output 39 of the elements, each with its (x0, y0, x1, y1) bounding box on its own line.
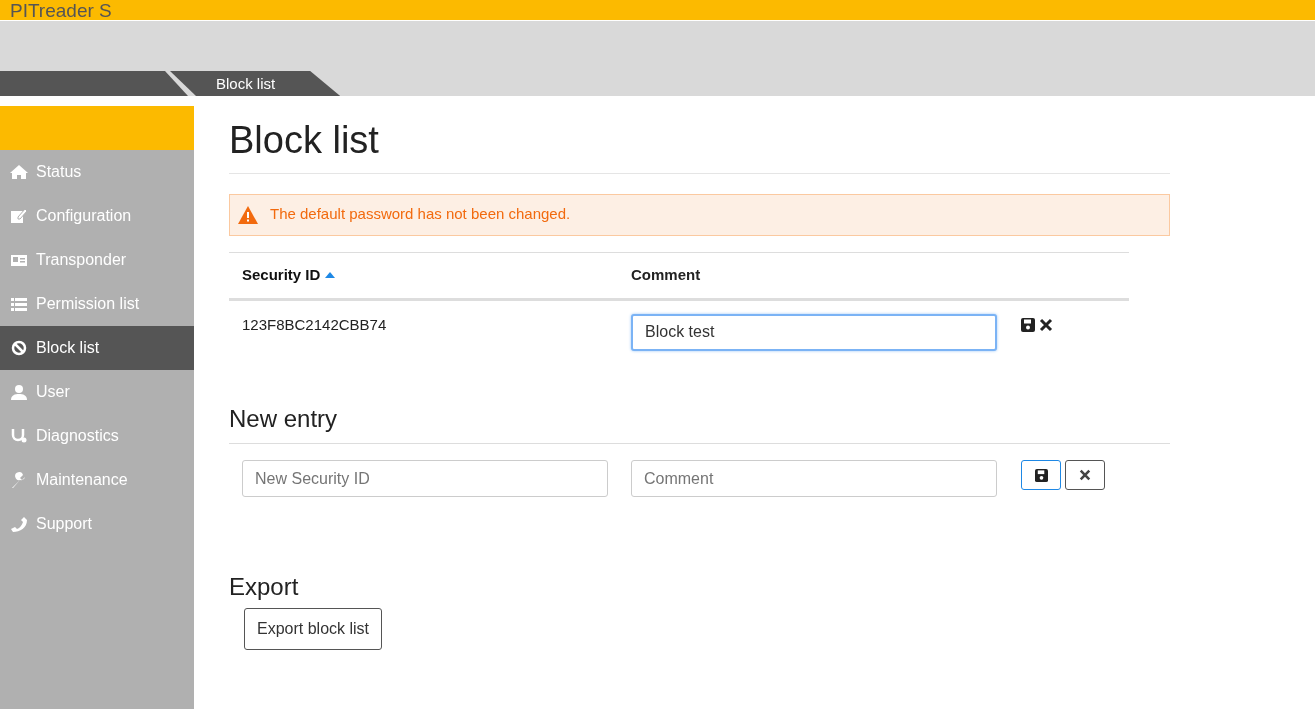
sidebar-item[interactable]: Status (0, 150, 194, 194)
comment-input[interactable]: Comment (631, 460, 997, 498)
warning-icon (238, 205, 258, 224)
sidebar-item[interactable]: Diagnostics (0, 414, 194, 458)
sidebar-item[interactable]: Block list (0, 326, 194, 370)
app-title: PITreader S (10, 0, 112, 21)
user-icon (10, 384, 28, 400)
home-icon (10, 164, 28, 180)
edit-icon (10, 208, 28, 224)
sidebar-item[interactable]: User (0, 370, 194, 414)
save-button[interactable] (1021, 460, 1061, 491)
id-card-icon (10, 252, 28, 268)
save-icon[interactable] (1021, 317, 1035, 332)
save-icon (1034, 468, 1048, 482)
breadcrumb-home[interactable] (0, 71, 188, 96)
cancel-button[interactable] (1065, 460, 1105, 491)
export-button[interactable]: Export block list (244, 608, 383, 651)
sidebar-item[interactable]: Support (0, 502, 194, 546)
close-icon[interactable] (1039, 317, 1053, 332)
list-icon (10, 296, 28, 312)
prohibited-icon (10, 340, 28, 356)
sidebar-item[interactable]: Transponder (0, 238, 194, 282)
column-header[interactable]: Security ID (242, 265, 321, 283)
warning-text: The default password has not been changed. (270, 204, 571, 225)
sidebar-item[interactable]: Permission list (0, 282, 194, 326)
comment-input[interactable]: Block test (631, 313, 997, 351)
table-cell: 123F8BC2142CBB74 (242, 315, 387, 333)
close-icon (1079, 469, 1091, 482)
section-title: New entry (229, 404, 1170, 445)
column-header[interactable]: Comment (631, 265, 701, 283)
breadcrumb-item[interactable]: Block list (170, 71, 341, 96)
page-title: Block list (229, 118, 1170, 174)
stethoscope-icon (10, 428, 28, 444)
security-id-input[interactable]: New Security ID (242, 460, 608, 498)
sort-ascending-icon[interactable] (325, 271, 336, 278)
phone-icon (10, 516, 28, 532)
sidebar-item[interactable]: Maintenance (0, 458, 194, 502)
sidebar-item[interactable]: Configuration (0, 194, 194, 238)
section-title: Export (229, 573, 300, 603)
